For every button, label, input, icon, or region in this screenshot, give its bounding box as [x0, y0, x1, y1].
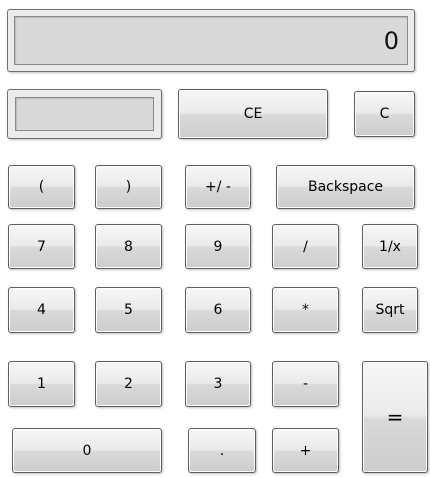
digit-1-button[interactable]: 1 — [8, 361, 75, 407]
decimal-button[interactable]: . — [188, 428, 256, 473]
memory-readout — [15, 97, 154, 131]
digit-8-button[interactable]: 8 — [95, 224, 162, 269]
open-paren-button[interactable]: ( — [8, 165, 75, 209]
negate-button[interactable]: +/ - — [185, 165, 251, 209]
digit-2-button[interactable]: 2 — [95, 361, 162, 407]
digit-3-button[interactable]: 3 — [185, 361, 251, 407]
equals-button[interactable]: = — [362, 361, 428, 473]
display-panel: 0 — [7, 9, 415, 72]
digit-9-button[interactable]: 9 — [185, 224, 251, 269]
digit-7-button[interactable]: 7 — [8, 224, 75, 269]
digit-0-button[interactable]: 0 — [12, 428, 162, 473]
close-paren-button[interactable]: ) — [95, 165, 162, 209]
memory-panel — [7, 89, 162, 139]
plus-button[interactable]: + — [272, 428, 339, 473]
clear-entry-button[interactable]: CE — [178, 89, 328, 139]
display-readout: 0 — [14, 16, 408, 65]
clear-button[interactable]: C — [354, 91, 415, 137]
multiply-button[interactable]: * — [272, 287, 339, 333]
sqrt-button[interactable]: Sqrt — [362, 287, 418, 333]
digit-6-button[interactable]: 6 — [185, 287, 251, 333]
reciprocal-button[interactable]: 1/x — [362, 224, 418, 269]
divide-button[interactable]: / — [272, 224, 339, 269]
backspace-button[interactable]: Backspace — [276, 165, 415, 209]
digit-4-button[interactable]: 4 — [8, 287, 75, 333]
digit-5-button[interactable]: 5 — [95, 287, 162, 333]
minus-button[interactable]: - — [272, 361, 339, 407]
